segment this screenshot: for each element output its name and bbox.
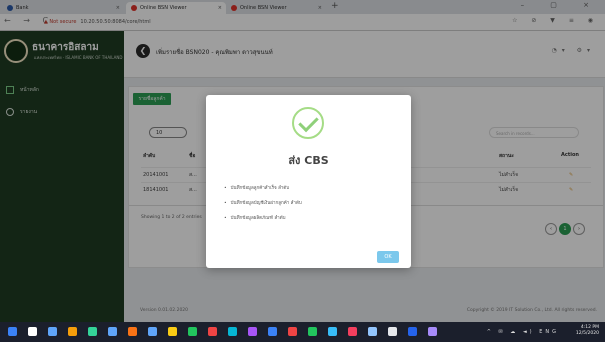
dialog-message: บันทึกข้อมูลลูกค้าสำเร็จ ลำดับ: [224, 184, 290, 191]
taskbar-app-icon[interactable]: [408, 327, 417, 336]
start-icon[interactable]: [8, 327, 17, 336]
dialog-message: บันทึกข้อมูลบัญชีเงินฝากลูกค้า ลำดับ: [224, 199, 302, 206]
taskbar-app-icon[interactable]: [228, 327, 237, 336]
clock-date[interactable]: 12/5/2020: [576, 331, 599, 337]
dialog-title: ส่ง CBS: [288, 154, 329, 167]
taskbar-app-icon[interactable]: [208, 327, 217, 336]
windows-taskbar: ^ ✉ ☁ ◄) ENG 4:12 PM 12/5/2020: [0, 322, 605, 342]
taskbar-app-icon[interactable]: [428, 327, 437, 336]
taskbar-app-icon[interactable]: [48, 327, 57, 336]
system-tray: ^ ✉ ☁ ◄) ENG 4:12 PM 12/5/2020: [487, 325, 599, 337]
taskbar-app-icon[interactable]: [188, 327, 197, 336]
taskbar-app-icon[interactable]: [308, 327, 317, 336]
success-dialog: ส่ง CBS บันทึกข้อมูลลูกค้าสำเร็จ ลำดับ บ…: [206, 95, 411, 268]
taskbar-app-icon[interactable]: [268, 327, 277, 336]
taskbar-app-icon[interactable]: [368, 327, 377, 336]
ok-button[interactable]: OK: [377, 251, 399, 263]
taskbar-app-icon[interactable]: [348, 327, 357, 336]
tray-icons[interactable]: ^ ✉ ☁ ◄) ENG: [487, 329, 559, 335]
dialog-message: บันทึกข้อมูลผลิตภัณฑ์ ลำดับ: [224, 214, 286, 221]
success-check-icon: [292, 107, 324, 139]
taskbar-app-icon[interactable]: [28, 327, 37, 336]
taskbar-app-icon[interactable]: [328, 327, 337, 336]
taskbar-app-icon[interactable]: [108, 327, 117, 336]
taskbar-app-icon[interactable]: [288, 327, 297, 336]
taskbar-app-icon[interactable]: [248, 327, 257, 336]
taskbar-app-icon[interactable]: [148, 327, 157, 336]
taskbar-app-icon[interactable]: [88, 327, 97, 336]
taskbar-app-icon[interactable]: [388, 327, 397, 336]
taskbar-app-icon[interactable]: [68, 327, 77, 336]
taskbar-app-icon[interactable]: [128, 327, 137, 336]
taskbar-app-icon[interactable]: [168, 327, 177, 336]
